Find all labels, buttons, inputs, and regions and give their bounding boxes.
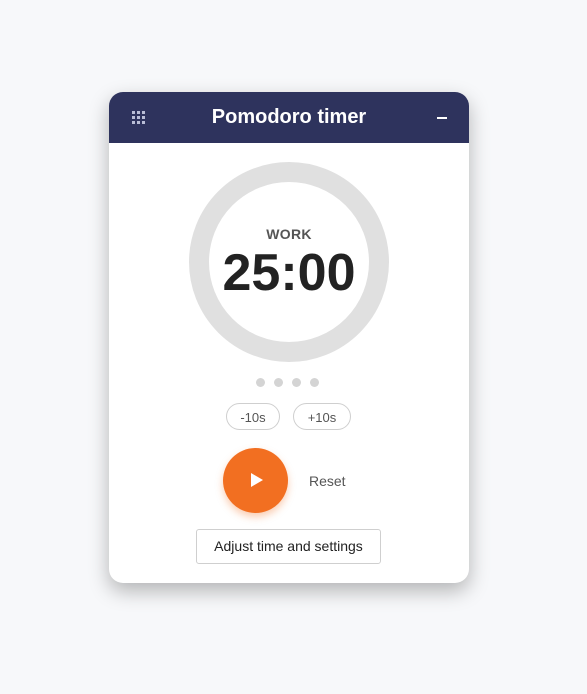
timer-mode-label: WORK — [266, 226, 312, 242]
app-title: Pomodoro timer — [211, 106, 367, 128]
session-dot — [256, 378, 265, 387]
adjust-settings-button[interactable]: Adjust time and settings — [196, 529, 381, 564]
play-icon — [251, 473, 263, 487]
timer-display: 25:00 — [222, 244, 356, 302]
session-dots — [256, 378, 319, 387]
minimize-icon[interactable] — [431, 107, 453, 129]
pomodoro-card: Pomodoro timer WORK 25:00 -10s +10s Rese… — [109, 92, 469, 583]
reset-button[interactable]: Reset — [309, 472, 349, 490]
play-button[interactable] — [223, 448, 288, 513]
minus-10s-button[interactable]: -10s — [226, 403, 280, 430]
session-dot — [310, 378, 319, 387]
plus-10s-button[interactable]: +10s — [293, 403, 351, 430]
header-bar: Pomodoro timer — [109, 92, 469, 143]
session-dot — [292, 378, 301, 387]
session-dot — [274, 378, 283, 387]
